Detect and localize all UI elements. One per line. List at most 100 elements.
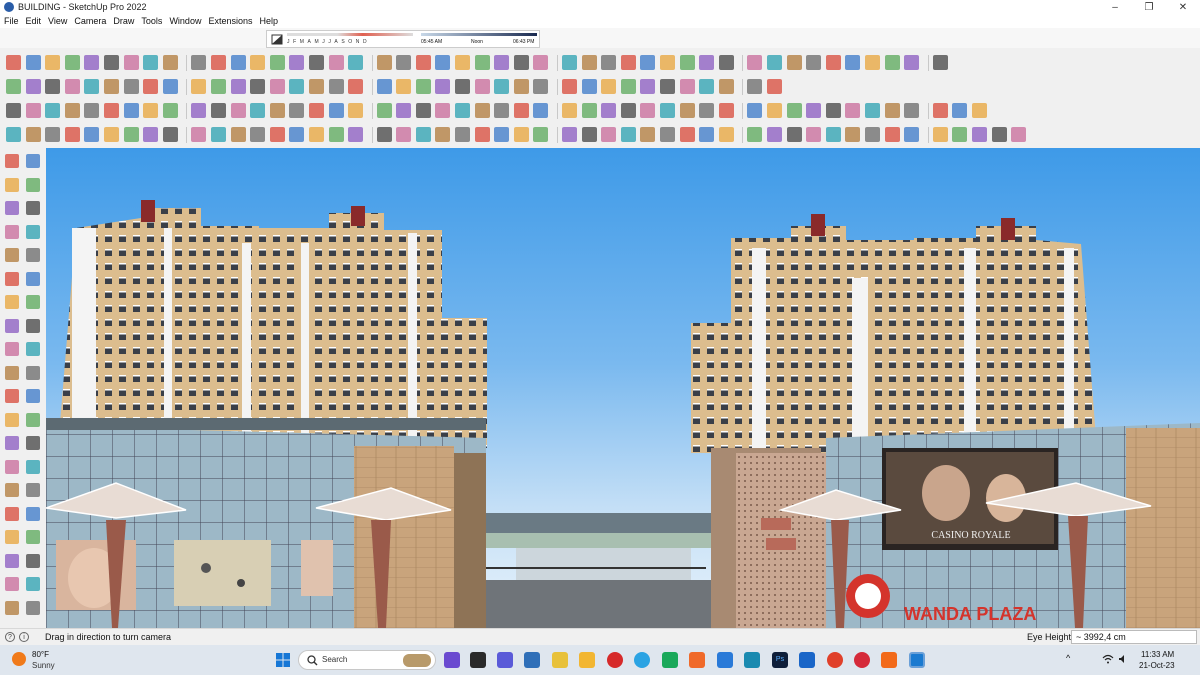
menu-draw[interactable]: Draw: [113, 16, 134, 26]
teams-icon[interactable]: [497, 652, 513, 668]
weather-desc[interactable]: Sunny: [32, 661, 55, 670]
toolbar-tool-icon[interactable]: [435, 79, 451, 94]
toolbar-tool-icon[interactable]: [494, 55, 510, 70]
palette-tool-icon[interactable]: [26, 177, 40, 192]
file-explorer-icon[interactable]: [579, 652, 595, 668]
palette-tool-icon[interactable]: [26, 506, 40, 521]
toolbar-tool-icon[interactable]: [884, 103, 900, 118]
chrome-icon[interactable]: [827, 652, 843, 668]
toolbar-tool-icon[interactable]: [250, 103, 266, 118]
palette-tool-icon[interactable]: [26, 553, 40, 568]
toolbar-tool-icon[interactable]: [143, 103, 159, 118]
toolbar-tool-icon[interactable]: [620, 127, 636, 142]
soundcloud-icon[interactable]: [881, 652, 897, 668]
toolbar-tool-icon[interactable]: [699, 127, 715, 142]
menu-file[interactable]: File: [4, 16, 19, 26]
palette-tool-icon[interactable]: [26, 271, 40, 286]
palette-tool-icon[interactable]: [26, 436, 40, 450]
toolbar-tool-icon[interactable]: [328, 103, 344, 118]
menu-window[interactable]: Window: [169, 16, 201, 26]
palette-tool-icon[interactable]: [26, 365, 40, 380]
palette-tool-icon[interactable]: [5, 177, 19, 192]
photoshop-icon[interactable]: Ps: [772, 652, 788, 668]
toolbar-tool-icon[interactable]: [6, 55, 21, 70]
palette-tool-icon[interactable]: [26, 459, 40, 474]
toolbar-tool-icon[interactable]: [415, 127, 431, 142]
toolbar-tool-icon[interactable]: [747, 55, 763, 70]
volume-icon[interactable]: [1118, 654, 1128, 664]
toolbar-tool-icon[interactable]: [513, 79, 529, 94]
toolbar-tool-icon[interactable]: [660, 127, 675, 142]
toolbar-tool-icon[interactable]: [747, 103, 763, 118]
toolbar-tool-icon[interactable]: [415, 103, 431, 118]
palette-tool-icon[interactable]: [5, 412, 19, 427]
toolbar-tool-icon[interactable]: [64, 127, 80, 142]
toolbar-tool-icon[interactable]: [718, 127, 734, 142]
palette-tool-icon[interactable]: [5, 483, 19, 497]
menu-help[interactable]: Help: [259, 16, 278, 26]
clock-time[interactable]: 11:33 AM: [1141, 650, 1174, 659]
toolbar-tool-icon[interactable]: [250, 55, 266, 70]
toolbar-tool-icon[interactable]: [103, 127, 119, 142]
toolbar-tool-icon[interactable]: [806, 103, 822, 118]
toolbar-tool-icon[interactable]: [786, 127, 802, 142]
toolbar-tool-icon[interactable]: [435, 127, 451, 142]
toolbar-tool-icon[interactable]: [952, 103, 968, 118]
toolbar-tool-icon[interactable]: [679, 79, 695, 94]
palette-tool-icon[interactable]: [5, 389, 19, 403]
toolbar-tool-icon[interactable]: [747, 79, 763, 94]
toolbar-tool-icon[interactable]: [971, 103, 987, 118]
toolbar-tool-icon[interactable]: [376, 103, 392, 118]
toolbar-tool-icon[interactable]: [25, 127, 41, 142]
toolbar-tool-icon[interactable]: [640, 127, 656, 142]
toolbar-tool-icon[interactable]: [289, 55, 305, 70]
toolbar-tool-icon[interactable]: [679, 103, 695, 118]
toolbar-tool-icon[interactable]: [289, 79, 305, 94]
minimize-button[interactable]: –: [1098, 0, 1132, 14]
sticky-notes-icon[interactable]: [552, 652, 568, 668]
toolbar-tool-icon[interactable]: [84, 79, 100, 94]
toolbar-tool-icon[interactable]: [620, 103, 636, 118]
toolbar-tool-icon[interactable]: [581, 79, 597, 94]
palette-tool-icon[interactable]: [26, 412, 40, 427]
sketchup-active-icon[interactable]: [909, 652, 925, 668]
toolbar-tool-icon[interactable]: [6, 103, 21, 118]
toolbar-tool-icon[interactable]: [494, 103, 510, 118]
palette-tool-icon[interactable]: [5, 154, 19, 168]
toolbar-tool-icon[interactable]: [435, 55, 451, 70]
toolbar-tool-icon[interactable]: [747, 127, 763, 142]
toolbar-tool-icon[interactable]: [25, 55, 41, 70]
toolbar-tool-icon[interactable]: [806, 55, 822, 70]
toolbar-tool-icon[interactable]: [699, 55, 715, 70]
taskbar-search[interactable]: Search: [298, 650, 436, 670]
toolbar-tool-icon[interactable]: [474, 103, 490, 118]
toolbar-tool-icon[interactable]: [952, 127, 968, 142]
toolbar-tool-icon[interactable]: [348, 55, 364, 70]
toolbar-tool-icon[interactable]: [289, 127, 305, 142]
toolbar-tool-icon[interactable]: [45, 103, 61, 118]
toolbar-tool-icon[interactable]: [806, 127, 822, 142]
toolbar-tool-icon[interactable]: [474, 127, 490, 142]
menu-extensions[interactable]: Extensions: [208, 16, 252, 26]
menu-edit[interactable]: Edit: [26, 16, 42, 26]
toolbar-tool-icon[interactable]: [660, 55, 675, 70]
toolbar-tool-icon[interactable]: [415, 79, 431, 94]
toolbar-tool-icon[interactable]: [640, 79, 656, 94]
palette-tool-icon[interactable]: [26, 342, 40, 356]
toolbar-tool-icon[interactable]: [328, 55, 344, 70]
toolbar-tool-icon[interactable]: [6, 127, 21, 142]
toolbar-tool-icon[interactable]: [562, 127, 578, 142]
toolbar-tool-icon[interactable]: [123, 79, 139, 94]
toolbar-tool-icon[interactable]: [123, 103, 139, 118]
toolbar-tool-icon[interactable]: [1011, 127, 1027, 142]
credits-icon[interactable]: i: [19, 632, 29, 642]
toolbar-tool-icon[interactable]: [455, 55, 471, 70]
toolbar-tool-icon[interactable]: [718, 79, 734, 94]
toolbar-tool-icon[interactable]: [864, 127, 880, 142]
toolbar-tool-icon[interactable]: [84, 103, 100, 118]
toolbar-tool-icon[interactable]: [864, 55, 880, 70]
toolbar-tool-icon[interactable]: [455, 79, 471, 94]
toolbar-tool-icon[interactable]: [884, 55, 900, 70]
toolbar-tool-icon[interactable]: [660, 79, 675, 94]
toolbar-tool-icon[interactable]: [601, 55, 617, 70]
